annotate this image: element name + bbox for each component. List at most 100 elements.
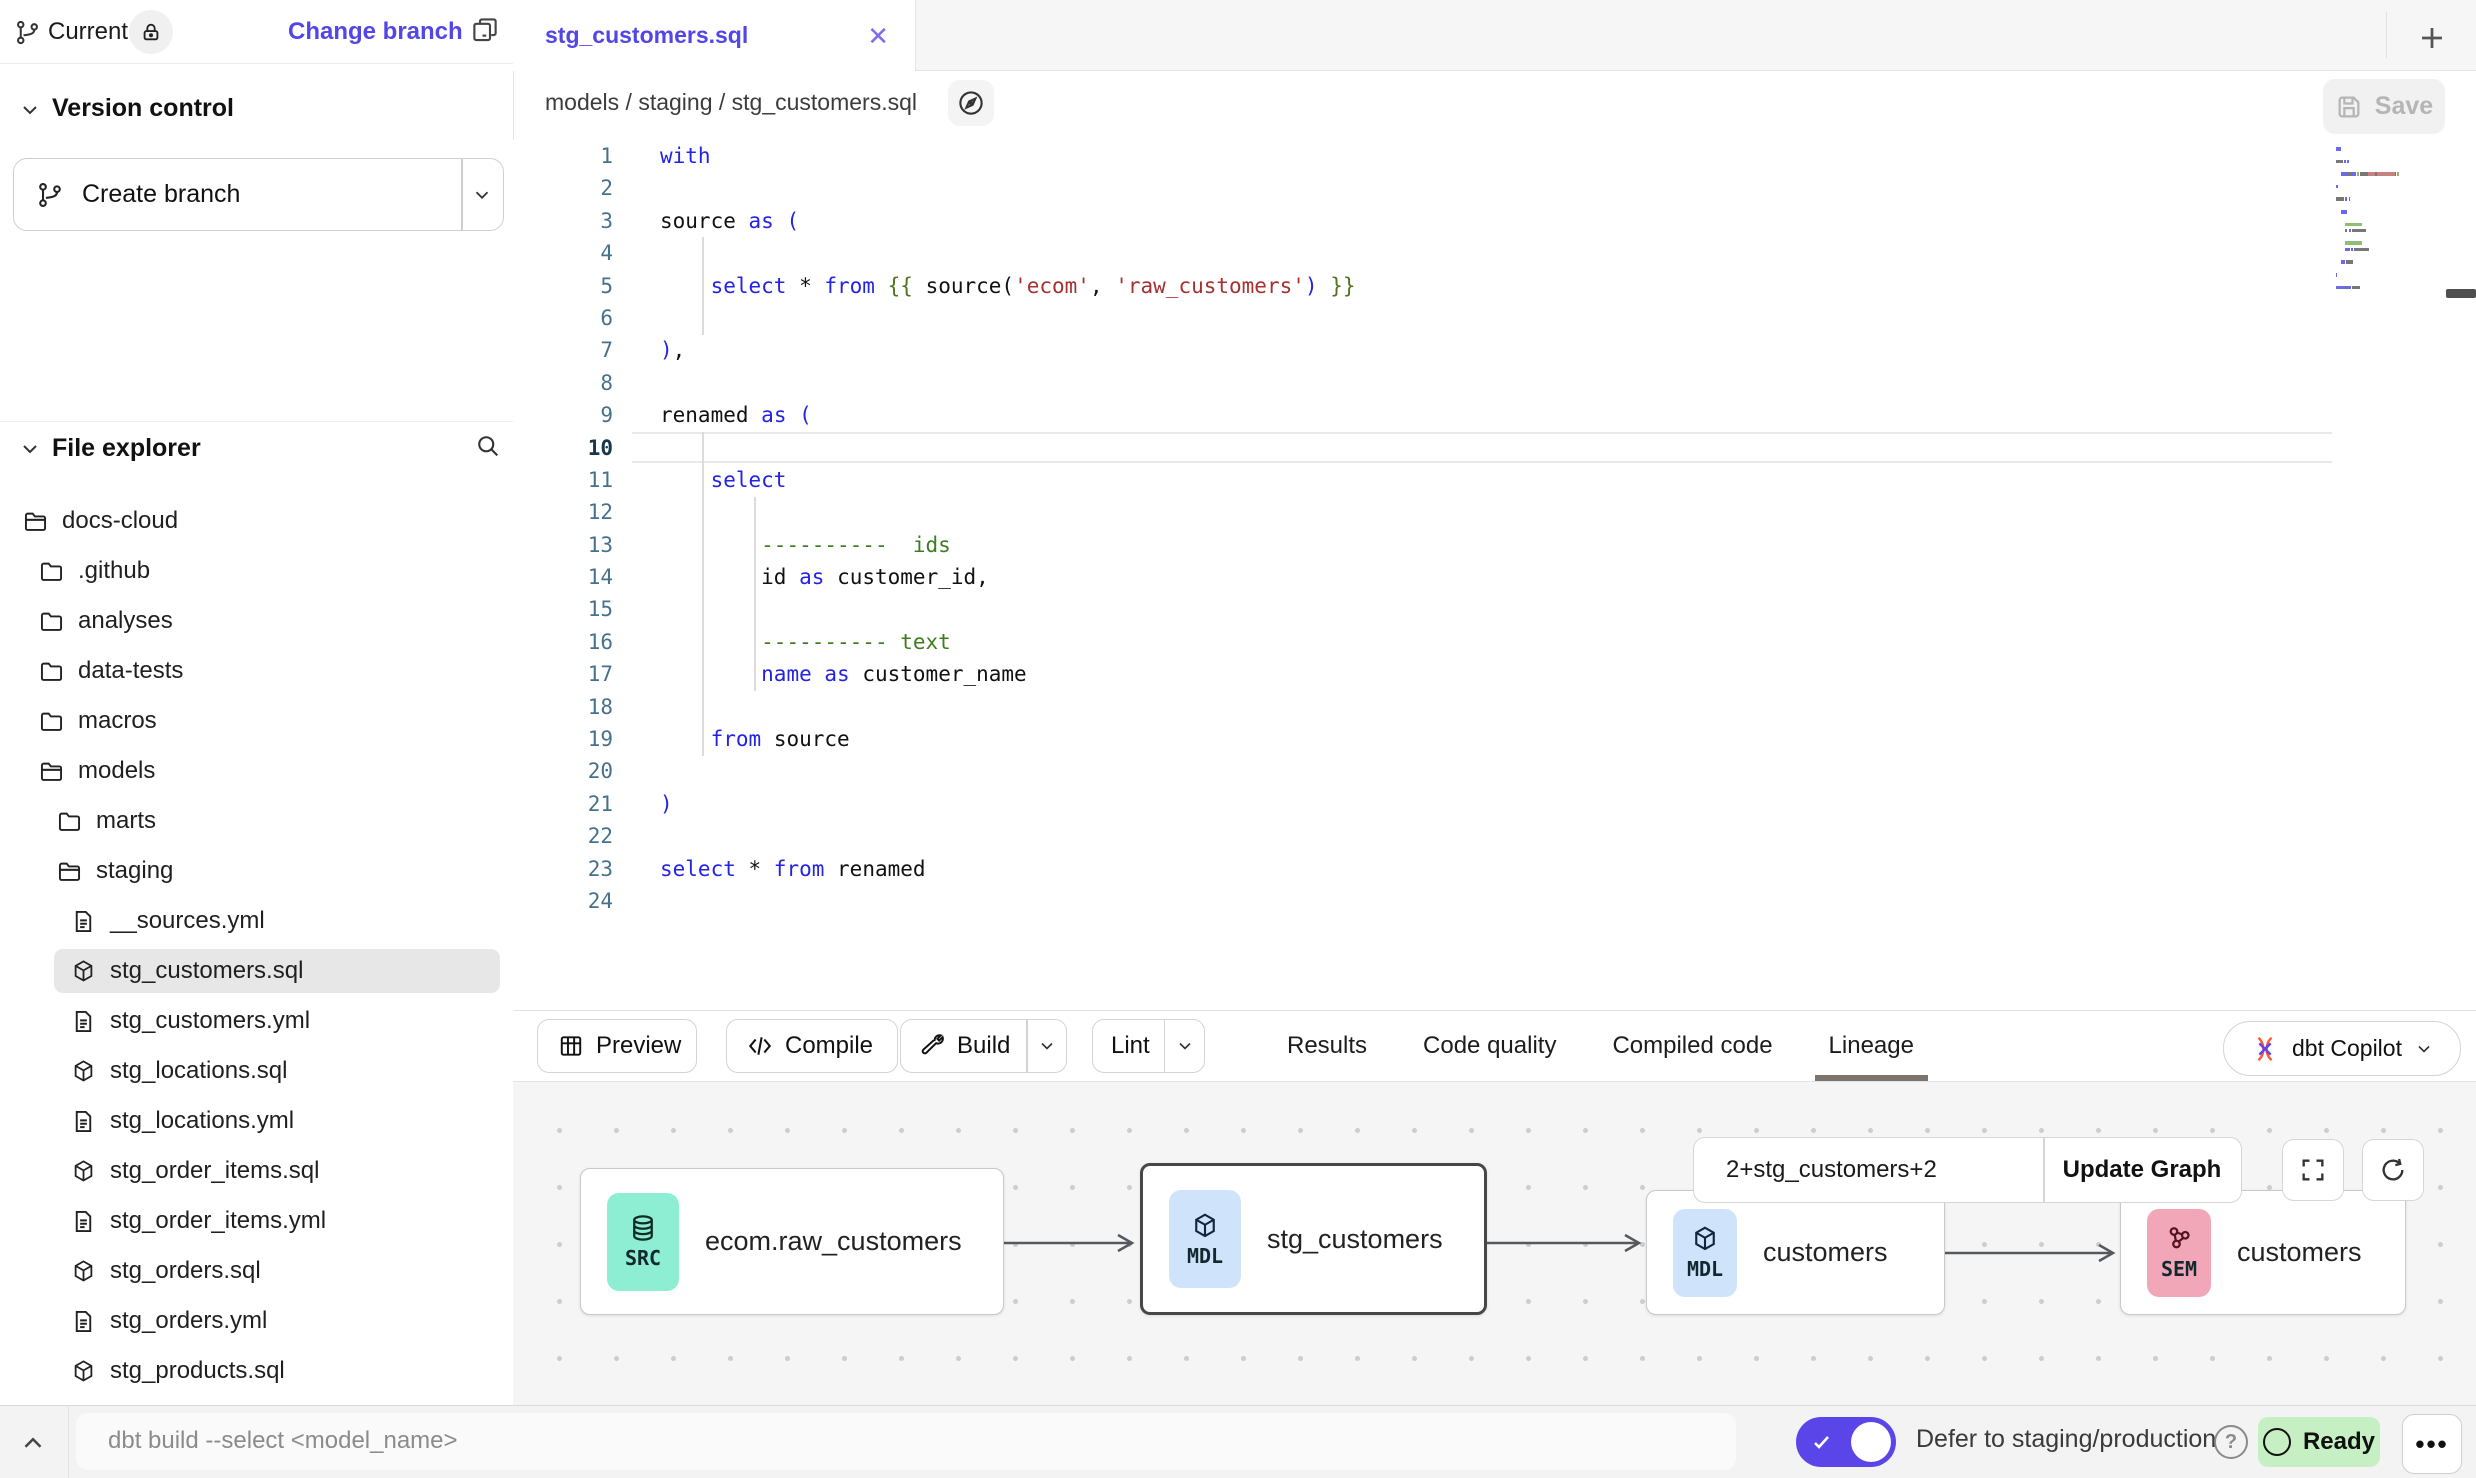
- model-icon: [70, 1058, 97, 1085]
- doc-icon: [70, 1208, 97, 1235]
- model-icon: [70, 1258, 97, 1285]
- sidebar: Current Change branch Version control: [0, 0, 514, 1405]
- more-options-button[interactable]: •••: [2402, 1414, 2462, 1474]
- search-icon[interactable]: [474, 432, 502, 460]
- lineage-canvas[interactable]: SRC ecom.raw_customers MDLstg_customers MDL…: [513, 1082, 2476, 1405]
- code-icon: [747, 1033, 773, 1059]
- model-icon: [70, 1158, 97, 1185]
- tree-item-stg-order-items-sql[interactable]: stg_order_items.sql: [0, 1146, 513, 1196]
- tree-item-docs-cloud[interactable]: docs-cloud: [0, 496, 513, 546]
- tree-item-stg-customers-sql[interactable]: stg_customers.sql: [0, 946, 513, 996]
- lint-button[interactable]: Lint: [1092, 1019, 1205, 1073]
- node-label: customers: [1763, 1237, 1888, 1268]
- file-label: stg_orders.sql: [110, 1257, 261, 1285]
- lineage-selector-input[interactable]: [1724, 1155, 2008, 1185]
- build-menu-button[interactable]: [1028, 1036, 1066, 1056]
- fullscreen-button[interactable]: [2282, 1139, 2344, 1201]
- file-label: macros: [78, 707, 157, 735]
- command-input-field[interactable]: [76, 1413, 1736, 1470]
- change-branch-link[interactable]: Change branch: [288, 18, 463, 46]
- tab-stg-customers-sql[interactable]: stg_customers.sql ✕: [513, 0, 916, 71]
- file-label: models: [78, 757, 155, 785]
- line-numbers: 123456789101112131415161718192021222324: [513, 140, 613, 917]
- file-label: stg_products.sql: [110, 1357, 285, 1385]
- build-button[interactable]: Build: [900, 1019, 1067, 1073]
- version-control-chevron-icon[interactable]: [18, 98, 42, 122]
- doc-icon: [70, 908, 97, 935]
- file-label: .github: [78, 557, 150, 585]
- lineage-node-ecom-raw-customers[interactable]: SRC ecom.raw_customers: [580, 1168, 1004, 1315]
- doc-icon: [70, 1108, 97, 1135]
- file-label: stg_locations.yml: [110, 1107, 294, 1135]
- scrollbar-thumb[interactable]: [2446, 289, 2476, 298]
- folder-icon: [38, 708, 65, 735]
- file-label: marts: [96, 807, 156, 835]
- dbt-copilot-button[interactable]: dbt Copilot: [2223, 1021, 2461, 1076]
- lineage-node-customers[interactable]: SEMcustomers: [2120, 1190, 2406, 1315]
- close-icon[interactable]: ✕: [867, 23, 889, 49]
- preview-button[interactable]: Preview: [537, 1019, 697, 1073]
- refresh-button[interactable]: [2362, 1139, 2424, 1201]
- copy-icon[interactable]: [470, 15, 500, 45]
- new-tab-button[interactable]: [2414, 20, 2450, 56]
- tree-item--github[interactable]: .github: [0, 546, 513, 596]
- toggle-knob: [1851, 1422, 1891, 1462]
- preview-label: Preview: [596, 1032, 681, 1060]
- update-graph-button[interactable]: Update Graph: [2043, 1138, 2241, 1202]
- file-label: analyses: [78, 607, 173, 635]
- help-icon[interactable]: ?: [2214, 1425, 2248, 1459]
- tree-item-data-tests[interactable]: data-tests: [0, 646, 513, 696]
- minimap[interactable]: [2336, 146, 2428, 297]
- folder-open-icon: [56, 858, 83, 885]
- copilot-compass-icon[interactable]: [948, 80, 994, 126]
- panel-tab-code-quality[interactable]: Code quality: [1423, 1011, 1556, 1081]
- tree-item-staging[interactable]: staging: [0, 846, 513, 896]
- tree-item-macros[interactable]: macros: [0, 696, 513, 746]
- tree-item-stg-locations-sql[interactable]: stg_locations.sql: [0, 1046, 513, 1096]
- lineage-node-customers[interactable]: MDLcustomers: [1646, 1190, 1945, 1315]
- panel-tab-compiled-code[interactable]: Compiled code: [1612, 1011, 1772, 1081]
- file-label: stg_order_items.sql: [110, 1157, 319, 1185]
- file-explorer-chevron-icon[interactable]: [18, 437, 42, 461]
- source-badge: SRC: [607, 1193, 679, 1291]
- tree-item-stg-customers-yml[interactable]: stg_customers.yml: [0, 996, 513, 1046]
- table-icon: [558, 1033, 584, 1059]
- status-ready-badge[interactable]: Ready: [2258, 1417, 2380, 1467]
- file-label: stg_customers.yml: [110, 1007, 310, 1035]
- save-button[interactable]: Save: [2323, 79, 2445, 134]
- tree-item-stg-products-sql[interactable]: stg_products.sql: [0, 1346, 513, 1396]
- file-label: stg_locations.sql: [110, 1057, 287, 1085]
- panel-tab-lineage[interactable]: Lineage: [1829, 1011, 1914, 1081]
- tree-item-analyses[interactable]: analyses: [0, 596, 513, 646]
- compile-button[interactable]: Compile: [726, 1019, 898, 1073]
- command-bar: Defer to staging/production ? Ready •••: [0, 1405, 2476, 1478]
- file-label: stg_customers.sql: [110, 957, 303, 985]
- folder-icon: [38, 558, 65, 585]
- dbt-copilot-icon: [2250, 1034, 2280, 1064]
- lineage-selector-bar: Update Graph: [1693, 1137, 2242, 1203]
- compile-label: Compile: [785, 1032, 873, 1060]
- code-editor[interactable]: 123456789101112131415161718192021222324 …: [513, 140, 2476, 1010]
- create-branch-menu-button[interactable]: [461, 159, 503, 230]
- lineage-node-stg-customers[interactable]: MDLstg_customers: [1140, 1163, 1487, 1315]
- tree-item-stg-order-items-yml[interactable]: stg_order_items.yml: [0, 1196, 513, 1246]
- file-explorer-title: File explorer: [52, 434, 201, 463]
- tree-item-stg-orders-sql[interactable]: stg_orders.sql: [0, 1246, 513, 1296]
- tree-item--sources-yml[interactable]: __sources.yml: [0, 896, 513, 946]
- tree-item-stg-locations-yml[interactable]: stg_locations.yml: [0, 1096, 513, 1146]
- file-label: data-tests: [78, 657, 183, 685]
- command-input[interactable]: [106, 1426, 1700, 1456]
- lint-menu-button[interactable]: [1165, 1036, 1204, 1056]
- tree-item-stg-orders-yml[interactable]: stg_orders.yml: [0, 1296, 513, 1346]
- wrench-icon: [919, 1033, 945, 1059]
- node-label: ecom.raw_customers: [705, 1226, 962, 1257]
- tree-item-marts[interactable]: marts: [0, 796, 513, 846]
- defer-toggle[interactable]: [1796, 1417, 1896, 1467]
- panel-tab-results[interactable]: Results: [1287, 1011, 1367, 1081]
- folder-icon: [56, 808, 83, 835]
- create-branch-button[interactable]: Create branch: [13, 158, 504, 231]
- collapse-chevron-up-icon[interactable]: [18, 1428, 48, 1458]
- tree-item-models[interactable]: models: [0, 746, 513, 796]
- file-label: staging: [96, 857, 173, 885]
- folder-open-icon: [38, 758, 65, 785]
